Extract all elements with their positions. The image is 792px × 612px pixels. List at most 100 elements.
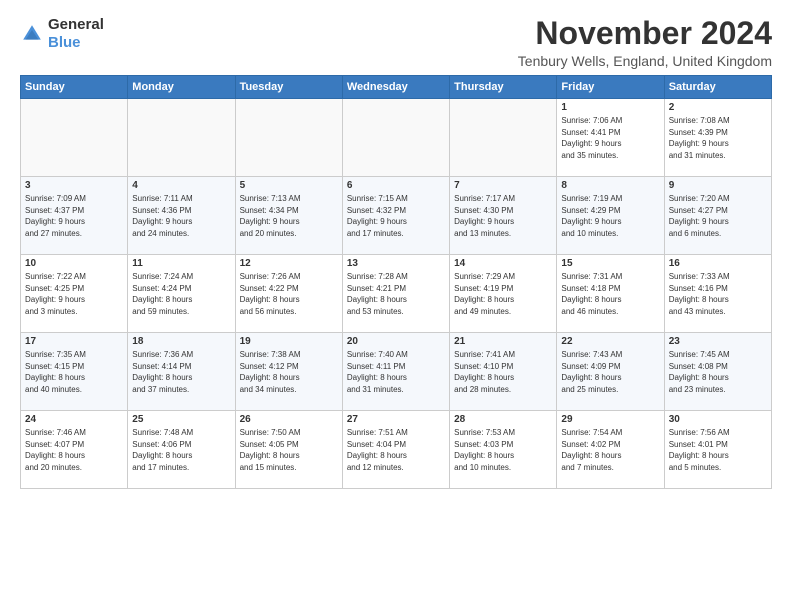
day-number: 1 [561, 102, 659, 113]
day-info: Sunrise: 7:53 AM Sunset: 4:03 PM Dayligh… [454, 427, 552, 473]
day-number: 3 [25, 180, 123, 191]
table-row: 15Sunrise: 7:31 AM Sunset: 4:18 PM Dayli… [557, 255, 664, 333]
day-number: 21 [454, 336, 552, 347]
table-row: 16 Sunrise: 7:33 AM Sunset: 4:16 PM Dayli… [664, 255, 771, 333]
table-row: 6 Sunrise: 7:15 AM Sunset: 4:32 PM Daylig… [342, 177, 449, 255]
location-subtitle: Tenbury Wells, England, United Kingdom [518, 53, 772, 69]
table-row: 18 Sunrise: 7:36 AM Sunset: 4:14 PM Dayli… [128, 333, 235, 411]
header: General Blue November 2024 Tenbury Wells… [20, 16, 772, 69]
page: General Blue November 2024 Tenbury Wells… [0, 0, 792, 612]
header-wednesday: Wednesday [342, 76, 449, 99]
day-number: 5 [240, 180, 338, 191]
logo-general: General [48, 16, 104, 34]
table-row: 5 Sunrise: 7:13 AM Sunset: 4:34 PM Daylig… [235, 177, 342, 255]
day-number: 6 [347, 180, 445, 191]
table-row: 4 Sunrise: 7:11 AM Sunset: 4:36 PM Daylig… [128, 177, 235, 255]
day-info: Sunrise: 7:24 AM Sunset: 4:24 PM Dayligh… [132, 271, 230, 317]
table-row: 1 Sunrise: 7:06 AM Sunset: 4:41 PM Daylig… [557, 99, 664, 177]
day-number: 9 [669, 180, 767, 191]
day-info: Sunrise: 7:38 AM Sunset: 4:12 PM Dayligh… [240, 349, 338, 395]
day-number: 24 [25, 414, 123, 425]
table-row: 19 Sunrise: 7:38 AM Sunset: 4:12 PM Dayli… [235, 333, 342, 411]
day-number: 22 [561, 336, 659, 347]
table-row: 10 Sunrise: 7:22 AM Sunset: 4:25 PM Dayli… [21, 255, 128, 333]
table-row: 12 Sunrise: 7:26 AM Sunset: 4:22 PM Dayli… [235, 255, 342, 333]
day-info: Sunrise: 7:46 AM Sunset: 4:07 PM Dayligh… [25, 427, 123, 473]
day-info: Sunrise: 7:31 AM Sunset: 4:18 PM Dayligh… [561, 271, 659, 317]
header-friday: Friday [557, 76, 664, 99]
day-number: 29 [561, 414, 659, 425]
day-number: 20 [347, 336, 445, 347]
day-info: Sunrise: 7:48 AM Sunset: 4:06 PM Dayligh… [132, 427, 230, 473]
day-info: Sunrise: 7:15 AM Sunset: 4:32 PM Dayligh… [347, 193, 445, 239]
day-info: Sunrise: 7:09 AM Sunset: 4:37 PM Dayligh… [25, 193, 123, 239]
table-row [450, 99, 557, 177]
day-number: 16 [669, 258, 767, 269]
day-info: Sunrise: 7:50 AM Sunset: 4:05 PM Dayligh… [240, 427, 338, 473]
header-sunday: Sunday [21, 76, 128, 99]
day-info: Sunrise: 7:43 AM Sunset: 4:09 PM Dayligh… [561, 349, 659, 395]
day-info: Sunrise: 7:54 AM Sunset: 4:02 PM Dayligh… [561, 427, 659, 473]
day-info: Sunrise: 7:45 AM Sunset: 4:08 PM Dayligh… [669, 349, 767, 395]
day-info: Sunrise: 7:29 AM Sunset: 4:19 PM Dayligh… [454, 271, 552, 317]
logo-blue: Blue [48, 34, 104, 52]
day-info: Sunrise: 7:51 AM Sunset: 4:04 PM Dayligh… [347, 427, 445, 473]
day-number: 27 [347, 414, 445, 425]
day-info: Sunrise: 7:13 AM Sunset: 4:34 PM Dayligh… [240, 193, 338, 239]
day-number: 30 [669, 414, 767, 425]
table-row: 25Sunrise: 7:48 AM Sunset: 4:06 PM Dayli… [128, 411, 235, 489]
day-number: 19 [240, 336, 338, 347]
table-row: 22 Sunrise: 7:43 AM Sunset: 4:09 PM Dayli… [557, 333, 664, 411]
day-info: Sunrise: 7:20 AM Sunset: 4:27 PM Dayligh… [669, 193, 767, 239]
day-number: 23 [669, 336, 767, 347]
day-info: Sunrise: 7:11 AM Sunset: 4:36 PM Dayligh… [132, 193, 230, 239]
table-row [342, 99, 449, 177]
day-info: Sunrise: 7:35 AM Sunset: 4:15 PM Dayligh… [25, 349, 123, 395]
day-number: 10 [25, 258, 123, 269]
day-number: 18 [132, 336, 230, 347]
calendar-week-row: 3 Sunrise: 7:09 AM Sunset: 4:37 PM Daylig… [21, 177, 772, 255]
table-row: 30 Sunrise: 7:56 AM Sunset: 4:01 PM Dayli… [664, 411, 771, 489]
table-row: 17Sunrise: 7:35 AM Sunset: 4:15 PM Dayli… [21, 333, 128, 411]
table-row: 23 Sunrise: 7:45 AM Sunset: 4:08 PM Dayli… [664, 333, 771, 411]
calendar-week-row: 1 Sunrise: 7:06 AM Sunset: 4:41 PM Daylig… [21, 99, 772, 177]
title-block: November 2024 Tenbury Wells, England, Un… [518, 16, 772, 69]
table-row [128, 99, 235, 177]
table-row: 20 Sunrise: 7:40 AM Sunset: 4:11 PM Dayli… [342, 333, 449, 411]
day-info: Sunrise: 7:22 AM Sunset: 4:25 PM Dayligh… [25, 271, 123, 317]
day-info: Sunrise: 7:33 AM Sunset: 4:16 PM Dayligh… [669, 271, 767, 317]
logo-icon [20, 22, 44, 46]
day-info: Sunrise: 7:26 AM Sunset: 4:22 PM Dayligh… [240, 271, 338, 317]
table-row: 14 Sunrise: 7:29 AM Sunset: 4:19 PM Dayli… [450, 255, 557, 333]
day-number: 2 [669, 102, 767, 113]
day-info: Sunrise: 7:08 AM Sunset: 4:39 PM Dayligh… [669, 115, 767, 161]
calendar-week-row: 24 Sunrise: 7:46 AM Sunset: 4:07 PM Dayli… [21, 411, 772, 489]
day-number: 12 [240, 258, 338, 269]
day-number: 28 [454, 414, 552, 425]
logo: General Blue [20, 16, 104, 52]
day-info: Sunrise: 7:36 AM Sunset: 4:14 PM Dayligh… [132, 349, 230, 395]
day-info: Sunrise: 7:41 AM Sunset: 4:10 PM Dayligh… [454, 349, 552, 395]
table-row: 29 Sunrise: 7:54 AM Sunset: 4:02 PM Dayli… [557, 411, 664, 489]
table-row: 8 Sunrise: 7:19 AM Sunset: 4:29 PM Daylig… [557, 177, 664, 255]
day-info: Sunrise: 7:28 AM Sunset: 4:21 PM Dayligh… [347, 271, 445, 317]
table-row: 7Sunrise: 7:17 AM Sunset: 4:30 PM Daylig… [450, 177, 557, 255]
header-thursday: Thursday [450, 76, 557, 99]
calendar-week-row: 17Sunrise: 7:35 AM Sunset: 4:15 PM Dayli… [21, 333, 772, 411]
day-info: Sunrise: 7:19 AM Sunset: 4:29 PM Dayligh… [561, 193, 659, 239]
day-info: Sunrise: 7:56 AM Sunset: 4:01 PM Dayligh… [669, 427, 767, 473]
day-info: Sunrise: 7:06 AM Sunset: 4:41 PM Dayligh… [561, 115, 659, 161]
calendar-week-row: 10 Sunrise: 7:22 AM Sunset: 4:25 PM Dayli… [21, 255, 772, 333]
day-info: Sunrise: 7:40 AM Sunset: 4:11 PM Dayligh… [347, 349, 445, 395]
day-number: 13 [347, 258, 445, 269]
day-number: 8 [561, 180, 659, 191]
table-row: 13 Sunrise: 7:28 AM Sunset: 4:21 PM Dayli… [342, 255, 449, 333]
table-row: 28 Sunrise: 7:53 AM Sunset: 4:03 PM Dayli… [450, 411, 557, 489]
day-number: 11 [132, 258, 230, 269]
day-number: 14 [454, 258, 552, 269]
day-number: 4 [132, 180, 230, 191]
day-number: 26 [240, 414, 338, 425]
header-saturday: Saturday [664, 76, 771, 99]
table-row [21, 99, 128, 177]
table-row: 21 Sunrise: 7:41 AM Sunset: 4:10 PM Dayli… [450, 333, 557, 411]
